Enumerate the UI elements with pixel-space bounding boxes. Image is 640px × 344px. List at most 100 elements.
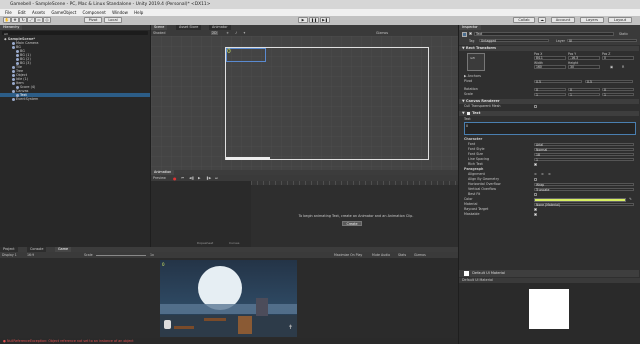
align-geometry-checkbox[interactable] [534, 178, 537, 181]
scale-slider[interactable] [96, 255, 146, 256]
menu-edit[interactable]: Edit [18, 10, 26, 15]
color-swatch[interactable] [534, 197, 626, 202]
hierarchy-item[interactable]: EventSystem [0, 97, 38, 101]
lighting-icon[interactable]: ☀ [226, 31, 229, 35]
pos-x-field[interactable]: 84.1 [534, 56, 566, 60]
layers-dropdown[interactable]: Layers [580, 17, 604, 23]
raw-edit-toggle-icon[interactable]: R [622, 65, 624, 69]
pos-y-field[interactable]: -16.3 [568, 56, 600, 60]
gizmos-dropdown[interactable]: Gizmos [376, 31, 388, 35]
step-button[interactable]: ▶❚ [320, 17, 330, 23]
align-geometry-row: Align By Geometry [459, 177, 639, 182]
raycast-checkbox[interactable] [534, 208, 537, 211]
pos-z-field[interactable]: 0 [602, 56, 634, 60]
static-toggle[interactable]: Static [619, 32, 628, 36]
audio-icon[interactable]: ♪ [235, 31, 237, 35]
align-center-icon[interactable]: ≡ [541, 172, 544, 176]
stats-toggle[interactable]: Stats [398, 253, 406, 257]
play-button[interactable]: ▶ [298, 17, 308, 23]
menu-help[interactable]: Help [134, 10, 143, 15]
prev-frame-icon[interactable]: ◀❚ [189, 176, 194, 180]
width-field[interactable]: 160 [534, 65, 566, 69]
dopesheet-tab[interactable]: Dopesheet [197, 241, 213, 245]
preview-toggle[interactable]: Preview [153, 176, 166, 180]
mute-audio-toggle[interactable]: Mute Audio [372, 253, 390, 257]
scene-canvas[interactable]: 0 [151, 36, 458, 170]
rect-tool-button[interactable]: ▭ [35, 17, 43, 23]
scale-x-field[interactable]: 1 [534, 92, 566, 97]
aspect-dropdown[interactable]: 16:9 [27, 253, 34, 257]
rotation-z-field[interactable]: 0 [602, 87, 634, 92]
2d-toggle[interactable]: 2D [211, 31, 218, 35]
account-dropdown[interactable]: Account [551, 17, 575, 23]
v-overflow-dropdown[interactable]: Truncate [534, 187, 634, 192]
scale-y-field[interactable]: 1 [568, 92, 600, 97]
object-name-field[interactable]: Text [474, 32, 614, 36]
text-component-header[interactable]: ▼ Text [459, 111, 639, 116]
pivot-x-field[interactable]: 0.5 [534, 79, 582, 84]
maskable-checkbox[interactable] [534, 213, 537, 216]
anchor-preset-button[interactable]: left [467, 53, 485, 71]
cull-checkbox[interactable] [534, 105, 537, 108]
scale-tool-button[interactable]: ⤢ [27, 17, 35, 23]
font-field[interactable]: Arial [534, 142, 634, 147]
display-dropdown[interactable]: Display 1 [2, 253, 17, 257]
font-style-dropdown[interactable]: Normal [534, 147, 634, 152]
move-tool-button[interactable]: ✥ [11, 17, 19, 23]
rect-transform-header[interactable]: ▼ Rect Transform [459, 46, 639, 51]
height-field[interactable]: 30 [568, 65, 600, 69]
first-frame-icon[interactable]: ⏮ [181, 176, 184, 180]
menu-assets[interactable]: Assets [32, 10, 45, 15]
text-enabled-checkbox[interactable] [466, 111, 470, 115]
timeline-ruler[interactable] [251, 181, 458, 185]
rotate-tool-button[interactable]: ↻ [19, 17, 27, 23]
status-error[interactable]: ● NullReferenceException: Object referen… [0, 338, 458, 344]
cloud-icon[interactable]: ☁ [538, 17, 546, 23]
material-section-header[interactable]: Default UI Material [459, 270, 639, 277]
local-toggle[interactable]: Local [104, 17, 122, 23]
tag-dropdown[interactable]: Untagged [479, 38, 549, 43]
pivot-toggle[interactable]: Pivot [84, 17, 102, 23]
next-frame-icon[interactable]: ❚▶ [206, 176, 211, 180]
hand-tool-button[interactable]: ✋ [3, 17, 11, 23]
layer-dropdown[interactable]: UI [567, 38, 637, 43]
pause-button[interactable]: ❚❚ [309, 17, 319, 23]
pivot-y-field[interactable]: 0.5 [585, 79, 633, 84]
collab-button[interactable]: Collab [513, 17, 535, 23]
last-frame-icon[interactable]: ⏭ [215, 176, 218, 180]
tab-hierarchy[interactable]: Hierarchy [0, 25, 23, 30]
maximize-on-play-toggle[interactable]: Maximize On Play [334, 253, 362, 257]
play-anim-icon[interactable]: ▶ [198, 176, 201, 180]
menu-window[interactable]: Window [112, 10, 128, 15]
create-animation-button[interactable]: Create [342, 221, 362, 226]
menu-gameobject[interactable]: GameObject [51, 10, 76, 15]
menu-component[interactable]: Component [83, 10, 106, 15]
layout-dropdown[interactable]: Layout [608, 17, 632, 23]
material-field[interactable]: None (Material) [534, 202, 634, 207]
font-size-field[interactable]: 18 [534, 152, 634, 157]
active-checkbox[interactable] [469, 32, 472, 35]
transform-tool-button[interactable]: ◎ [43, 17, 51, 23]
rich-text-checkbox[interactable] [534, 163, 537, 166]
eyedropper-icon[interactable]: ✎ [629, 197, 632, 201]
curves-tab[interactable]: Curves [229, 241, 239, 245]
align-right-icon[interactable]: ≡ [548, 172, 551, 176]
line-spacing-field[interactable]: 1 [534, 157, 634, 162]
hierarchy-search-bar[interactable]: All [2, 31, 148, 36]
align-left-icon[interactable]: ≡ [534, 172, 537, 176]
text-rect-gizmo[interactable] [226, 48, 266, 62]
h-overflow-dropdown[interactable]: Wrap [534, 182, 634, 187]
rotation-y-field[interactable]: 0 [568, 87, 600, 92]
game-viewport[interactable]: 0 ✝ [160, 260, 297, 337]
gizmos-toggle[interactable]: Gizmos [414, 253, 426, 257]
best-fit-checkbox[interactable] [534, 193, 537, 196]
record-icon[interactable]: ● [173, 176, 177, 181]
shading-dropdown[interactable]: Shaded [153, 31, 165, 35]
rotation-x-field[interactable]: 0 [534, 87, 566, 92]
blueprint-toggle-icon[interactable]: ▣ [610, 65, 613, 69]
anchors-foldout[interactable]: ▶ Anchors [459, 74, 639, 79]
scale-z-field[interactable]: 1 [602, 92, 634, 97]
effects-icon[interactable]: ✦ [243, 31, 246, 35]
menu-file[interactable]: File [5, 10, 12, 15]
text-area[interactable]: 0 [464, 122, 636, 135]
